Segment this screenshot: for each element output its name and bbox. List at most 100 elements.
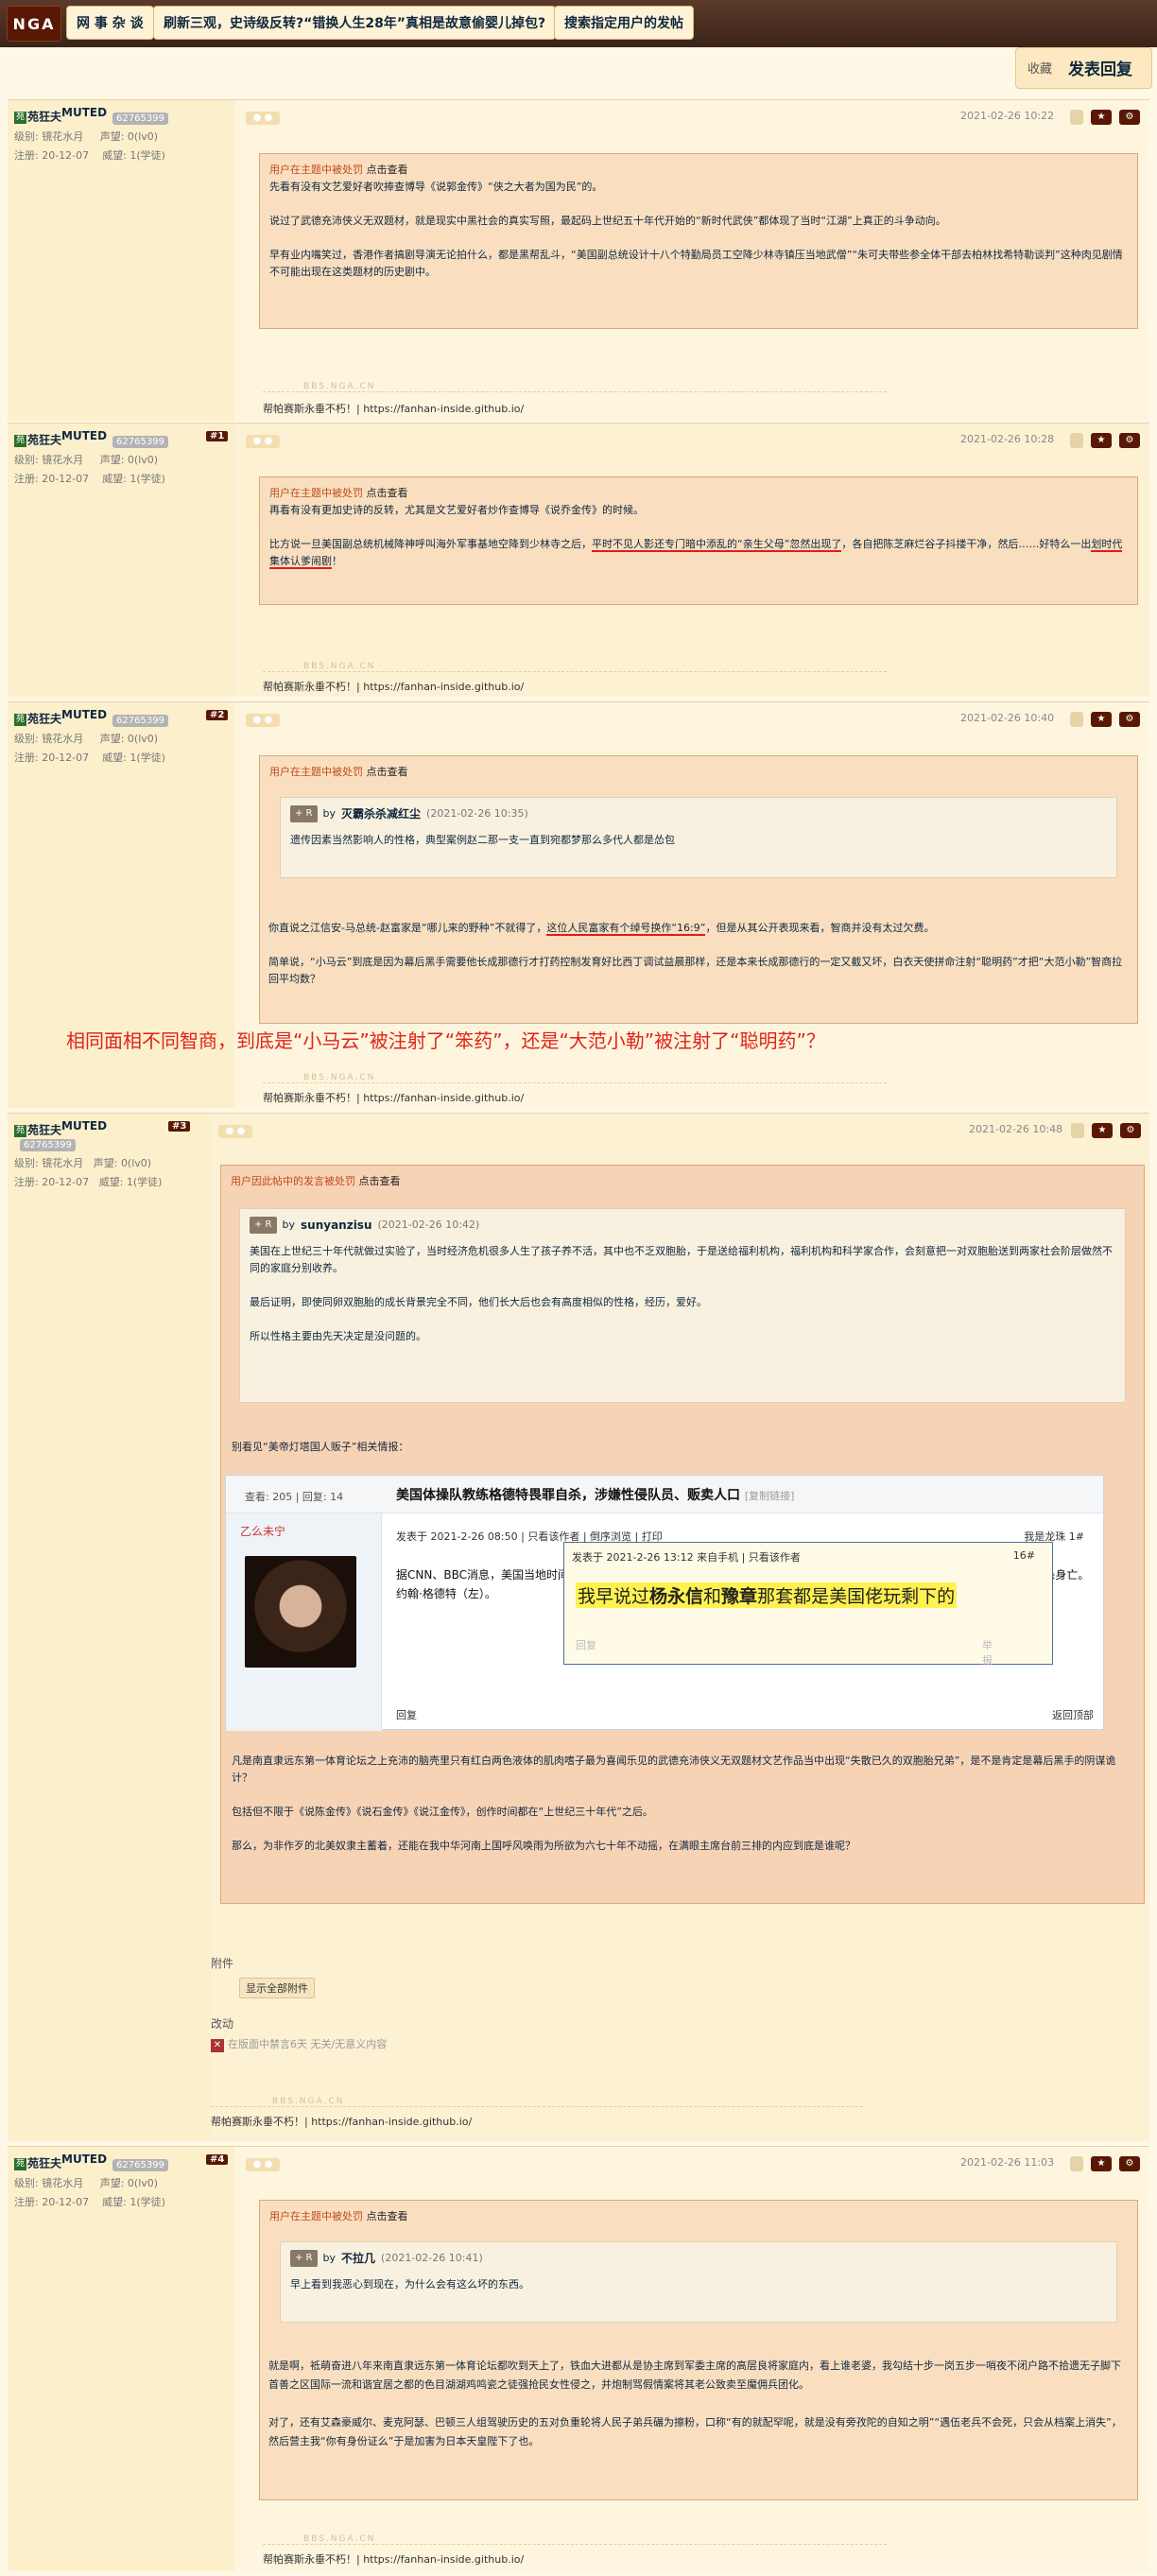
underlined-text: 平时不见人影还专门暗中添乱的“亲生父母”忽然出现了: [592, 538, 842, 552]
reply-badge[interactable]: + R: [250, 1217, 277, 1234]
by-label: by: [322, 807, 337, 820]
level-value: 镜花水月: [42, 1156, 84, 1169]
tag-pills[interactable]: ● ●: [246, 112, 280, 125]
click-to-view[interactable]: 点击查看: [359, 1175, 401, 1187]
user-name[interactable]: MUTED: [61, 429, 107, 442]
avatar[interactable]: 苑: [14, 112, 26, 125]
post-content: ● ● 2021-02-26 11:03 ★ ⚙ 用户在主题中被处罚 点击查看 …: [242, 2147, 1149, 2571]
post-content: ● ● 2021-02-26 10:40 ★ ⚙ 用户在主题中被处罚 点击查看 …: [66, 702, 1149, 1108]
quoted-user[interactable]: 灭霸杀杀减红尘: [341, 805, 421, 822]
text: 回复: [576, 1639, 596, 1651]
post-body: 凡是南直隶远东第一体育论坛之上充沛的脑壳里只有红白两色液体的肌肉嗜子最为喜闻乐见…: [232, 1753, 1131, 1855]
signature[interactable]: 帮帕赛斯永垂不朽！| https://fanhan-inside.github.…: [263, 1090, 524, 1105]
thread-breadcrumb[interactable]: 刷新三观，史诗级反转?“错换人生28年”真相是故意偷婴儿掉包?: [153, 6, 557, 40]
user-name-prefix[interactable]: 苑狂夫: [27, 1124, 61, 1137]
screenshot-back-to-top: 返回顶部: [1052, 1709, 1094, 1721]
gear-icon[interactable]: ⚙: [1119, 110, 1140, 125]
avatar[interactable]: 苑: [14, 2158, 26, 2171]
click-to-view[interactable]: 点击查看: [367, 164, 408, 176]
label: 注册:: [14, 751, 39, 764]
label: 声望:: [93, 1156, 118, 1169]
user-name[interactable]: MUTED: [61, 2152, 107, 2166]
flag-icon[interactable]: [1070, 110, 1083, 125]
user-name-prefix[interactable]: 苑狂夫: [27, 434, 61, 447]
star-icon[interactable]: ★: [1091, 712, 1112, 727]
avatar[interactable]: 苑: [14, 1125, 26, 1138]
signature[interactable]: 帮帕赛斯永垂不朽！| https://fanhan-inside.github.…: [263, 401, 524, 416]
favorite-button[interactable]: 收藏: [1027, 59, 1052, 77]
star-icon[interactable]: ★: [1091, 110, 1112, 125]
post-reply: 苑苑狂夫MUTED 62765399 级别: 镜花水月 声望: 0(lv0) 注册…: [8, 423, 1149, 697]
penalty-note: 用户在主题中被处罚: [269, 164, 363, 176]
user-name-prefix[interactable]: 苑狂夫: [27, 713, 61, 726]
label: 威望:: [102, 472, 127, 485]
user-name-prefix[interactable]: 苑狂夫: [27, 111, 61, 124]
user-sidebar: 苑苑狂夫MUTED 62765399 级别: 镜花水月 声望: 0(lv0) 注册…: [8, 2147, 234, 2571]
penalized-content-box: 用户在主题中被处罚 点击查看 先看有没有文艺爱好者吹捧查博导《说郭金传》“侠之大…: [259, 153, 1138, 329]
click-to-view[interactable]: 点击查看: [367, 2210, 408, 2222]
quote-block: + R by sunyanzisu (2021-02-26 10:42) 美国在上世纪…: [239, 1208, 1126, 1403]
signature-divider: [263, 1082, 887, 1083]
click-to-view[interactable]: 点击查看: [367, 487, 408, 499]
level-value: 镜花水月: [42, 2176, 84, 2189]
star-icon[interactable]: ★: [1092, 1123, 1113, 1138]
penalty-note: 用户在主题中被处罚: [269, 766, 363, 778]
penalty-note: 用户因此帖中的发言被处罚: [231, 1175, 355, 1187]
reg-value: 20-12-07: [42, 2195, 90, 2208]
quote-block: + R by 灭霸杀杀减红尘 (2021-02-26 10:35) 遗传因素当然影响人…: [280, 797, 1117, 878]
forum-breadcrumb[interactable]: 网 事 杂 谈: [66, 6, 154, 40]
flag-icon[interactable]: [1070, 712, 1083, 727]
floor-number[interactable]: #2: [206, 710, 229, 720]
reply-badge[interactable]: + R: [290, 2250, 318, 2267]
reg-value: 20-12-07: [42, 148, 90, 162]
flag-icon[interactable]: [1071, 1123, 1084, 1138]
tag-pills[interactable]: ● ●: [246, 714, 280, 727]
penalty-note: 用户在主题中被处罚: [269, 2210, 363, 2222]
floor-number[interactable]: #3: [168, 1121, 191, 1132]
post-content: ● ● 2021-02-26 10:28 ★ ⚙ 用户在主题中被处罚 点击查看 …: [242, 424, 1149, 697]
tag-pills[interactable]: ● ●: [246, 2158, 280, 2171]
nga-logo[interactable]: NGA: [7, 6, 61, 42]
reply-button[interactable]: 发表回复: [1068, 56, 1132, 79]
gear-icon[interactable]: ⚙: [1119, 2156, 1140, 2171]
show-attachments-button[interactable]: 显示全部附件: [239, 1978, 315, 1998]
click-to-view[interactable]: 点击查看: [367, 766, 408, 778]
avatar[interactable]: 苑: [14, 435, 26, 448]
signature[interactable]: 帮帕赛斯永垂不朽！| https://fanhan-inside.github.…: [263, 679, 524, 694]
reply-badge[interactable]: + R: [290, 805, 318, 822]
reg-value: 20-12-07: [42, 1175, 90, 1188]
gear-icon[interactable]: ⚙: [1119, 433, 1140, 448]
flag-icon[interactable]: [1070, 2156, 1083, 2171]
user-name[interactable]: MUTED: [61, 106, 107, 119]
screenshot-popup-reply: 发表于 2021-2-26 13:12 来自手机 | 只看该作者 16# 我早说…: [563, 1542, 1053, 1667]
quoted-user[interactable]: 不拉几: [341, 2250, 375, 2267]
user-name[interactable]: MUTED: [61, 1119, 107, 1132]
signature[interactable]: 帮帕赛斯永垂不朽！| https://fanhan-inside.github.…: [263, 2551, 524, 2567]
floor-number[interactable]: #1: [206, 431, 229, 441]
signature-divider: [263, 671, 887, 672]
tag-pills[interactable]: ● ●: [246, 435, 280, 448]
floor-number[interactable]: #4: [206, 2154, 229, 2165]
star-icon[interactable]: ★: [1091, 433, 1112, 448]
label: 威望:: [102, 148, 127, 162]
quote-text: 早上看到我恶心到现在，为什么会有这么坏的东西。: [290, 2278, 529, 2291]
wei-value: 1(学徒): [130, 2195, 165, 2208]
gear-icon[interactable]: ⚙: [1120, 1123, 1141, 1138]
flag-icon[interactable]: [1070, 433, 1083, 448]
post-main: 苑苑狂夫MUTED 62765399 级别: 镜花水月 声望: 0(lv0) 注册…: [8, 99, 1149, 421]
rep-value: 0(lv0): [127, 2176, 159, 2189]
post-reply: 苑苑狂夫MUTED 62765399 级别: 镜花水月 声望: 0(lv0) 注册…: [8, 701, 1149, 1108]
paragraph: 包括但不限于《说陈金传》《说石金传》《说江金传》，创作时间都在“上世纪三十年代”…: [232, 1806, 653, 1818]
paragraph: 你直说之江信安-马总统-赵富家是“哪儿来的野种”不就得了，这位人民富家有个绰号换…: [268, 920, 1129, 937]
gear-icon[interactable]: ⚙: [1119, 712, 1140, 727]
signature[interactable]: 帮帕赛斯永垂不朽！| https://fanhan-inside.github.…: [211, 2114, 472, 2129]
paragraph: 先看有没有文艺爱好者吹捧查博导《说郭金传》“侠之大者为国为民”的。: [269, 181, 603, 193]
quoted-user[interactable]: sunyanzisu: [301, 1217, 371, 1234]
user-name[interactable]: MUTED: [61, 708, 107, 721]
search-user-posts[interactable]: 搜索指定用户的发帖: [554, 6, 694, 40]
star-icon[interactable]: ★: [1091, 2156, 1112, 2171]
user-name-prefix[interactable]: 苑狂夫: [27, 2157, 61, 2170]
avatar[interactable]: 苑: [14, 714, 26, 727]
label: 声望:: [99, 2176, 125, 2189]
tag-pills[interactable]: ● ●: [218, 1125, 252, 1138]
